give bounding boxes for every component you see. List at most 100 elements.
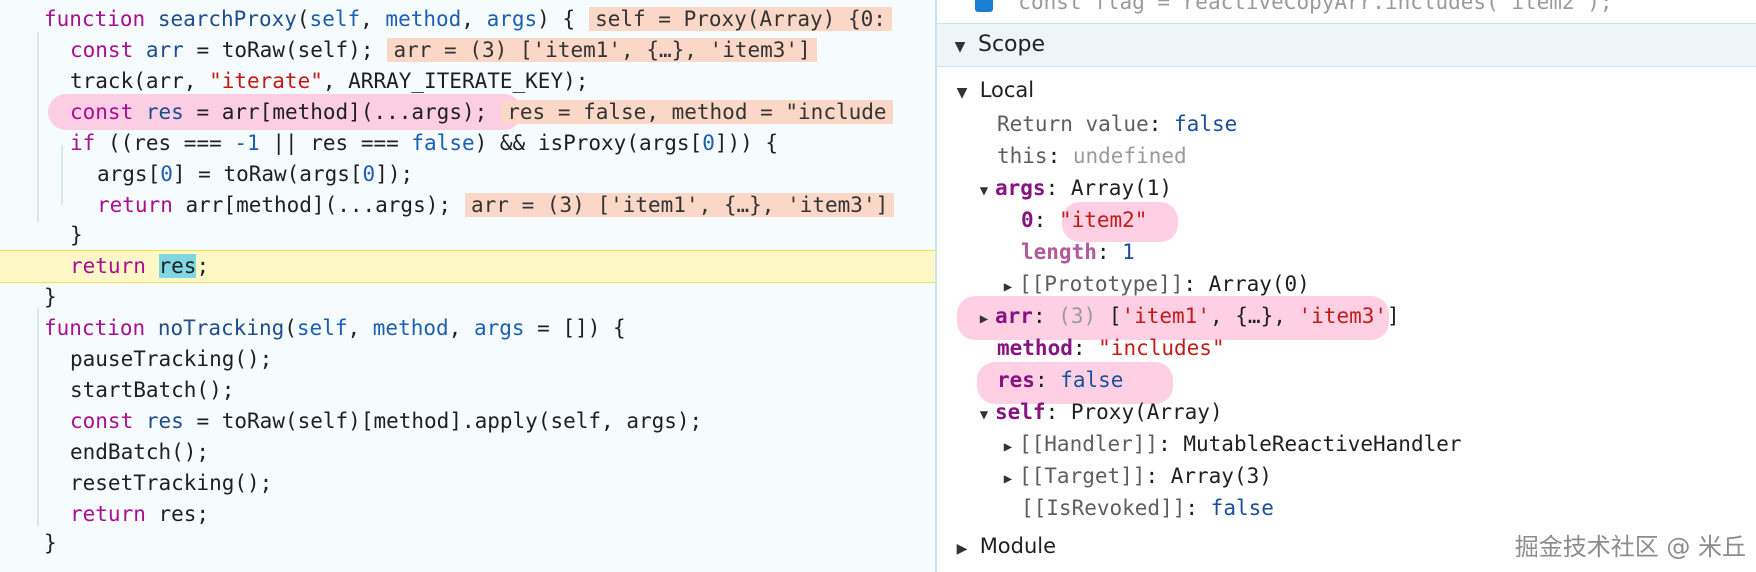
property-value: 1 (1122, 240, 1135, 264)
code-text: ) && isProxy(args[ (474, 131, 703, 155)
property-key: [[Handler]] (1019, 432, 1159, 456)
scope-row-handler[interactable]: ▶ [[Handler]]: MutableReactiveHandler (997, 428, 1756, 460)
colon: : (1032, 304, 1059, 328)
code-text: ((res === (95, 131, 235, 155)
property-value: Array(3) (1170, 464, 1272, 488)
code-line-16[interactable]: resetTracking(); (70, 468, 935, 498)
local-scope-toggle[interactable]: ▼ Local (951, 74, 1756, 106)
code-line-8[interactable]: } (70, 220, 935, 250)
code-text: = toRaw(self)[method].apply(self, args); (183, 409, 703, 433)
code-text: resetTracking(); (70, 471, 273, 495)
caret-right-icon: ▶ (956, 541, 968, 557)
punct: ] (1387, 304, 1400, 328)
colon: : (1183, 272, 1209, 296)
code-line-12[interactable]: pauseTracking(); (70, 344, 935, 374)
code-line-18[interactable]: } (44, 528, 935, 558)
number-literal: 0 (160, 162, 173, 186)
boolean-literal: false (411, 131, 475, 155)
code-text: track(arr, (70, 69, 210, 93)
code-line-3[interactable]: track(arr, "iterate", ARRAY_ITERATE_KEY)… (70, 66, 935, 96)
code-text: startBatch(); (70, 378, 235, 402)
property-key: this (997, 144, 1048, 168)
code-line-14[interactable]: const res = toRaw(self)[method].apply(se… (70, 406, 935, 436)
code-text: ] = toRaw(args[ (172, 162, 363, 186)
param: method (385, 7, 462, 31)
scope-row-method[interactable]: method: "includes" (997, 332, 1756, 364)
property-value: undefined (1072, 144, 1187, 168)
scope-row-args-prototype[interactable]: ▶ [[Prototype]]: Array(0) (997, 268, 1756, 300)
code-line-2[interactable]: const arr = toRaw(self); arr = (3) ['item… (70, 35, 935, 65)
property-value: false (1060, 368, 1124, 392)
punct: ( (296, 7, 310, 31)
punct: , (461, 7, 487, 31)
property-key: Return value (997, 112, 1149, 136)
caret-right-icon: ▶ (1003, 279, 1013, 295)
property-value: MutableReactiveHandler (1183, 432, 1462, 456)
code-line-15[interactable]: endBatch(); (70, 437, 935, 467)
punct: ( (284, 316, 297, 340)
property-value: Array(1) (1070, 176, 1173, 200)
section-title: Scope (978, 32, 1046, 57)
code-line-10[interactable]: } (44, 282, 935, 312)
devtools-debugger: function searchProxy(self, method, args)… (0, 0, 1756, 572)
scope-label: Local (979, 78, 1035, 102)
current-expression[interactable]: res (158, 254, 197, 278)
code-line-9[interactable]: return res; (70, 251, 935, 281)
property-key: args (995, 176, 1046, 200)
code-line-7[interactable]: return arr[method](...args); arr = (3) ['… (97, 190, 935, 220)
scope-row-res[interactable]: res: false (997, 364, 1756, 396)
property-key: res (997, 368, 1035, 392)
scope-row-target[interactable]: ▶ [[Target]]: Array(3) (997, 460, 1756, 492)
punct: , (360, 7, 386, 31)
scope-row-arr[interactable]: ▶ arr: (3) ['item1', {…}, 'item3'] (973, 300, 1756, 332)
scope-section-header[interactable]: ▼ Scope (937, 23, 1756, 67)
scope-row-this[interactable]: this: undefined (997, 140, 1756, 172)
property-key: [[Prototype]] (1019, 272, 1184, 296)
colon: : (1034, 368, 1061, 392)
code-line-13[interactable]: startBatch(); (70, 375, 935, 405)
variable: res (145, 100, 184, 124)
keyword: return (97, 193, 173, 217)
code-text: args[ (97, 162, 161, 186)
scope-row-args-length[interactable]: length: 1 (1021, 236, 1756, 268)
scope-row-args-0[interactable]: 0: "item2" (1021, 204, 1756, 236)
code-line-1[interactable]: function searchProxy(self, method, args)… (44, 4, 935, 34)
code-line-17[interactable]: return res; (70, 499, 935, 529)
scope-row-is-revoked[interactable]: [[IsRevoked]]: false (1021, 492, 1756, 524)
number-literal: 0 (362, 162, 376, 186)
property-key: arr (995, 304, 1033, 328)
punct: , (1209, 304, 1236, 328)
colon: : (1072, 336, 1099, 360)
code-text: } (70, 223, 83, 247)
punct: = []) { (524, 316, 626, 340)
keyword: const (70, 38, 134, 62)
code-line-6[interactable]: args[0] = toRaw(args[0]); (97, 159, 935, 189)
code-line-11[interactable]: function noTracking(self, method, args =… (44, 313, 935, 343)
punct: , (448, 316, 474, 340)
keyword: const (70, 100, 134, 124)
breakpoint-row[interactable]: const flag = reactiveCopyArr.includes('i… (975, 0, 1755, 18)
caret-down-icon: ▼ (954, 39, 966, 55)
array-count: (3) (1058, 304, 1097, 328)
function-name: noTracking (157, 316, 285, 340)
keyword: return (70, 254, 146, 278)
code-text: || res === (259, 131, 412, 155)
scope-row-return-value[interactable]: Return value: false (997, 108, 1756, 140)
caret-down-icon: ▼ (979, 407, 989, 423)
scope-row-self[interactable]: ▼ self: Proxy(Array) (973, 396, 1756, 428)
colon: : (1045, 176, 1071, 200)
checkbox-icon[interactable] (975, 0, 993, 12)
property-key: self (995, 400, 1046, 424)
code-text: pauseTracking(); (70, 347, 273, 371)
caret-right-icon: ▶ (1003, 471, 1013, 487)
array-item: 'item1' (1121, 304, 1210, 328)
param: self (309, 7, 361, 31)
scope-row-args[interactable]: ▼ args: Array(1) (973, 172, 1756, 204)
keyword: return (70, 502, 146, 526)
code-line-4[interactable]: const res = arr[method](...args); res = f… (70, 97, 935, 127)
source-editor[interactable]: function searchProxy(self, method, args)… (0, 0, 935, 572)
colon: : (1033, 208, 1059, 232)
code-line-5[interactable]: if ((res === -1 || res === false) && isP… (70, 128, 935, 158)
inline-value: arr = (3) ['item1', {…}, 'item3'] (465, 193, 895, 217)
number-literal: 0 (702, 131, 715, 155)
